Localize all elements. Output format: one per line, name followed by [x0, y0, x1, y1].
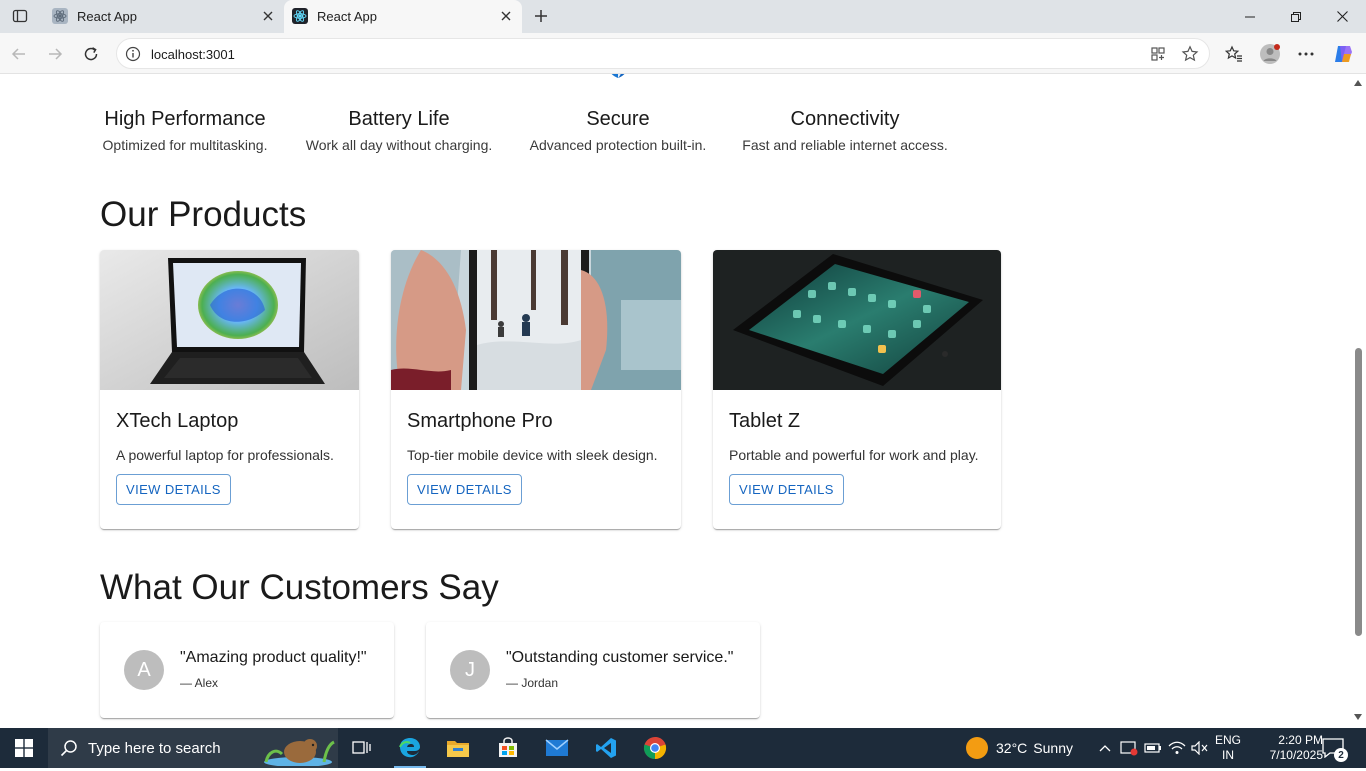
browser-tab-strip: React App React App [0, 0, 1366, 33]
notification-count: 2 [1334, 748, 1348, 762]
testimonial-card: J "Outstanding customer service." — Jord… [426, 622, 760, 718]
language-indicator[interactable]: ENG IN [1215, 733, 1241, 763]
favorite-star-icon[interactable] [1179, 44, 1201, 64]
windows-taskbar: Type here to search 32°C Sunny ENG IN 2:… [0, 728, 1366, 768]
taskbar-search-box[interactable]: Type here to search [48, 728, 338, 768]
browser-tab-2[interactable]: React App [284, 0, 522, 33]
address-bar[interactable]: localhost:3001 [116, 38, 1210, 69]
product-name: XTech Laptop [116, 410, 239, 432]
product-card-laptop: XTech Laptop A powerful laptop for profe… [100, 250, 359, 529]
notification-center-icon[interactable]: 2 [1322, 738, 1348, 762]
forward-arrow-icon[interactable] [42, 41, 68, 67]
feature-title: Battery Life [348, 108, 450, 130]
minimize-icon[interactable] [1227, 0, 1273, 33]
scrollbar-thumb[interactable] [1355, 348, 1362, 636]
microsoft-store-icon[interactable] [484, 728, 532, 768]
page-scrollbar[interactable] [1351, 74, 1366, 726]
chrome-icon[interactable] [631, 728, 679, 768]
chevron-up-icon[interactable] [1096, 739, 1114, 757]
language-code: ENG [1215, 733, 1242, 747]
volume-muted-icon[interactable] [1191, 739, 1209, 757]
battery-icon [382, 74, 416, 86]
more-options-icon[interactable] [1293, 41, 1319, 67]
url-text[interactable]: localhost:3001 [151, 47, 235, 62]
react-favicon-icon [52, 8, 68, 24]
system-clock[interactable]: 2:20 PM 7/10/2025 [1255, 733, 1323, 763]
clock-time: 2:20 PM [1278, 733, 1323, 747]
site-info-icon[interactable] [125, 46, 141, 62]
network-icon[interactable] [1168, 739, 1186, 757]
laptop-photo [100, 250, 359, 390]
testimonial-quote: "Outstanding customer service." [506, 649, 734, 666]
favorites-icon[interactable] [1221, 41, 1247, 67]
weather-temp: 32°C [996, 740, 1028, 756]
mail-icon[interactable] [533, 728, 581, 768]
testimonials-heading: What Our Customers Say [100, 568, 499, 607]
search-placeholder: Type here to search [88, 740, 221, 757]
react-favicon-icon [292, 8, 308, 24]
weather-condition: Sunny [1033, 740, 1073, 756]
view-details-button[interactable]: VIEW DETAILS [729, 474, 844, 505]
security-alert-icon[interactable] [1120, 739, 1138, 757]
restore-icon[interactable] [1273, 0, 1319, 33]
scroll-down-icon[interactable] [1354, 714, 1362, 720]
browser-toolbar: localhost:3001 [0, 33, 1366, 74]
browser-tab-1[interactable]: React App [44, 0, 284, 33]
feature-description: Advanced protection built-in. [529, 137, 707, 153]
laptop-icon [168, 74, 202, 86]
region-code: IN [1222, 748, 1234, 762]
avatar: A [124, 650, 164, 690]
tab-actions-icon[interactable] [8, 5, 32, 27]
vscode-icon[interactable] [582, 728, 630, 768]
product-name: Smartphone Pro [407, 410, 553, 432]
scroll-up-icon[interactable] [1354, 80, 1362, 86]
wifi-icon [828, 74, 862, 86]
copilot-icon[interactable] [1330, 41, 1356, 67]
view-details-button[interactable]: VIEW DETAILS [116, 474, 231, 505]
tab-title: React App [317, 9, 377, 24]
close-tab-icon[interactable] [260, 8, 276, 24]
file-explorer-icon[interactable] [434, 728, 482, 768]
product-card-tablet: Tablet Z Portable and powerful for work … [713, 250, 1001, 529]
edge-browser-icon[interactable] [386, 728, 434, 768]
smartphone-photo [391, 250, 681, 390]
refresh-icon[interactable] [78, 41, 104, 67]
testimonial-card: A "Amazing product quality!" — Alex [100, 622, 394, 718]
feature-title: Connectivity [790, 108, 900, 130]
testimonial-quote: "Amazing product quality!" [180, 649, 367, 666]
tablet-photo [713, 250, 1001, 390]
windows-start-icon[interactable] [0, 728, 48, 768]
testimonial-author: — Alex [180, 676, 219, 690]
feature-description: Work all day without charging. [305, 137, 493, 153]
feature-description: Fast and reliable internet access. [742, 137, 948, 153]
tab-title: React App [77, 9, 137, 24]
feature-title: Secure [586, 108, 650, 130]
feature-title: High Performance [104, 108, 266, 130]
back-arrow-icon[interactable] [6, 41, 32, 67]
task-view-icon[interactable] [338, 728, 386, 768]
weather-widget[interactable]: 32°C Sunny [966, 728, 1073, 768]
products-heading: Our Products [100, 195, 307, 234]
avatar: J [450, 650, 490, 690]
sun-icon [966, 737, 988, 759]
profile-avatar-icon[interactable] [1257, 41, 1283, 67]
close-window-icon[interactable] [1319, 0, 1365, 33]
view-details-button[interactable]: VIEW DETAILS [407, 474, 522, 505]
shield-icon [601, 74, 635, 86]
product-description: Portable and powerful for work and play. [729, 447, 979, 463]
battery-tray-icon[interactable] [1144, 739, 1162, 757]
clock-date: 7/10/2025 [1269, 748, 1323, 762]
search-highlight-art-icon [258, 732, 336, 767]
new-tab-icon[interactable] [530, 5, 552, 27]
product-description: Top-tier mobile device with sleek design… [407, 447, 658, 463]
search-icon [60, 739, 78, 757]
app-available-icon[interactable] [1147, 44, 1169, 64]
product-card-smartphone: Smartphone Pro Top-tier mobile device wi… [391, 250, 681, 529]
product-description: A powerful laptop for professionals. [116, 447, 334, 463]
close-tab-icon[interactable] [498, 8, 514, 24]
product-name: Tablet Z [729, 410, 801, 432]
testimonial-author: — Jordan [506, 676, 559, 690]
page-viewport: High Performance Optimized for multitask… [0, 74, 1366, 726]
feature-description: Optimized for multitasking. [102, 137, 268, 153]
